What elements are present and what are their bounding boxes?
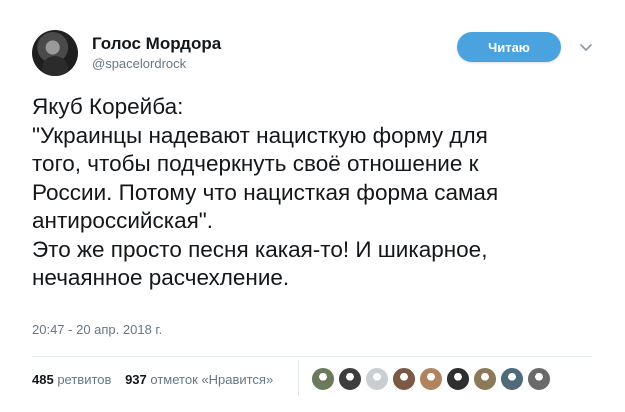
- author-avatar[interactable]: [32, 30, 78, 76]
- liker-avatar[interactable]: [473, 367, 497, 391]
- liker-avatar[interactable]: [338, 367, 362, 391]
- author-handle[interactable]: @spacelordrock: [92, 56, 186, 71]
- tweet-stats: 485 ретвитов 937 отметок «Нравится»: [32, 372, 283, 392]
- tweet-text-line: Якуб Корейба:: [32, 94, 184, 119]
- liker-avatar[interactable]: [500, 367, 524, 391]
- likes-stat[interactable]: 937 отметок «Нравится»: [125, 372, 273, 387]
- following-button[interactable]: Читаю: [457, 32, 561, 62]
- tweet-text: Якуб Корейба: "Украинцы надевают нацистк…: [32, 93, 602, 293]
- tweet-card: Голос Мордора @spacelordrock Читаю Якуб …: [0, 0, 625, 412]
- tweet-text-line: того, чтобы подчеркнуть своё отношение к: [32, 151, 479, 176]
- retweets-count: 485: [32, 372, 54, 387]
- retweets-label: ретвитов: [57, 372, 112, 387]
- liker-avatar[interactable]: [527, 367, 551, 391]
- chevron-down-icon[interactable]: [578, 40, 594, 56]
- divider: [298, 360, 299, 396]
- liker-avatar[interactable]: [392, 367, 416, 391]
- tweet-text-line: антироссийская".: [32, 208, 213, 233]
- liker-avatar[interactable]: [419, 367, 443, 391]
- tweet-header: Голос Мордора @spacelordrock Читаю: [32, 30, 602, 78]
- tweet-text-line: "Украинцы надевают нацисткую форму для: [32, 122, 488, 148]
- tweet-timestamp[interactable]: 20:47 - 20 апр. 2018 г.: [32, 322, 162, 337]
- tweet-text-line: Это же просто песня какая-то! И шикарное…: [32, 236, 488, 262]
- divider: [32, 356, 592, 357]
- liker-avatar[interactable]: [311, 367, 335, 391]
- tweet-text-line: нечаянное расчехление.: [32, 265, 290, 290]
- liker-avatar[interactable]: [365, 367, 389, 391]
- likes-label: отметок «Нравится»: [150, 372, 274, 387]
- tweet-text-line: России. Потому что нацисткая форма самая: [32, 179, 499, 205]
- likes-count: 937: [125, 372, 147, 387]
- liker-avatar[interactable]: [446, 367, 470, 391]
- author-name[interactable]: Голос Мордора: [92, 34, 221, 54]
- retweets-stat[interactable]: 485 ретвитов: [32, 372, 111, 387]
